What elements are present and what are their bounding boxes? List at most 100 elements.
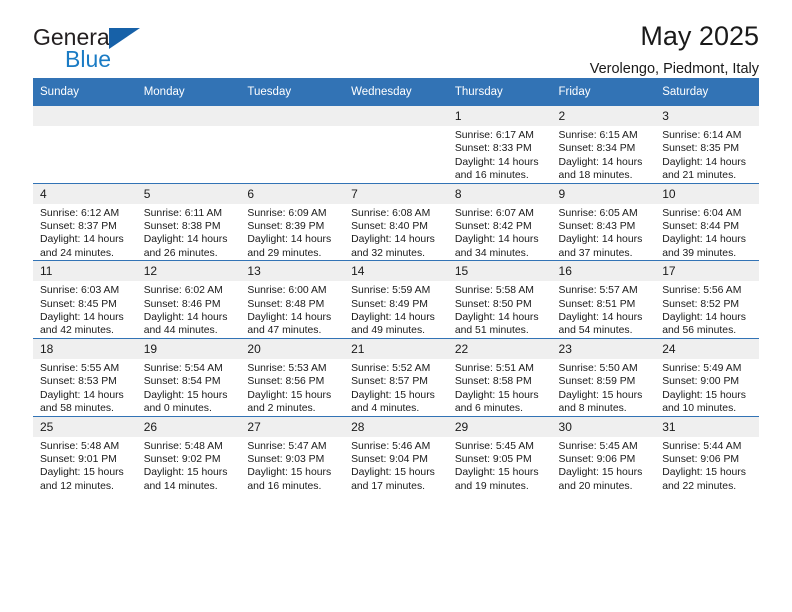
day-details [240, 126, 344, 129]
day-details: Sunrise: 5:52 AM Sunset: 8:57 PM Daylight:… [344, 359, 448, 416]
calendar-day-cell[interactable]: 15 Sunrise: 5:58 AM Sunset: 8:50 PM Dayligh… [447, 260, 552, 339]
day-details: Sunrise: 5:50 AM Sunset: 8:59 PM Daylight:… [552, 359, 656, 416]
day-detail-line: Sunrise: 5:45 AM [558, 440, 638, 452]
day-detail-line: Daylight: 15 hours [247, 467, 332, 479]
calendar-day-cell[interactable]: 24 Sunrise: 5:49 AM Sunset: 9:00 PM Dayligh… [655, 337, 759, 416]
calendar-day-cell[interactable]: 14 Sunrise: 5:59 AM Sunset: 8:49 PM Dayligh… [344, 260, 448, 339]
day-detail-line: Sunrise: 6:11 AM [143, 207, 223, 219]
weekday-header-friday: Friday [551, 78, 656, 106]
day-detail-line: and 26 minutes. [143, 247, 218, 259]
day-detail-line: and 22 minutes. [662, 480, 737, 492]
calendar-day-cell[interactable]: 1 Sunrise: 6:17 AM Sunset: 8:33 PM Daylight… [447, 106, 552, 184]
day-detail-line: and 54 minutes. [558, 325, 633, 337]
calendar-day-cell[interactable]: 28 Sunrise: 5:46 AM Sunset: 9:04 PM Dayligh… [344, 415, 448, 494]
day-detail-line: Daylight: 15 hours [40, 467, 124, 479]
calendar-day-cell[interactable]: 5 Sunrise: 6:11 AM Sunset: 8:38 PM Daylight… [136, 182, 241, 261]
day-details [33, 126, 137, 129]
calendar-day-cell[interactable]: 4 Sunrise: 6:12 AM Sunset: 8:37 PM Daylight… [33, 182, 137, 261]
calendar-day-cell[interactable]: 3 Sunrise: 6:14 AM Sunset: 8:35 PM Daylight… [655, 106, 759, 184]
calendar-day-cell[interactable]: 11 Sunrise: 6:03 AM Sunset: 8:45 PM Dayligh… [33, 260, 137, 339]
calendar-day-cell[interactable]: 31 Sunrise: 5:44 AM Sunset: 9:06 PM Dayligh… [655, 415, 759, 494]
day-detail-line: and 16 minutes. [454, 170, 529, 182]
calendar-day-cell[interactable]: 6 Sunrise: 6:09 AM Sunset: 8:39 PM Daylight… [240, 182, 345, 261]
calendar-day-cell[interactable]: 26 Sunrise: 5:48 AM Sunset: 9:02 PM Dayligh… [136, 415, 241, 494]
calendar-day-cell[interactable]: 16 Sunrise: 5:57 AM Sunset: 8:51 PM Dayligh… [551, 260, 656, 339]
day-details: Sunrise: 5:57 AM Sunset: 8:51 PM Daylight:… [552, 281, 656, 338]
calendar-day-cell[interactable]: 20 Sunrise: 5:53 AM Sunset: 8:56 PM Dayligh… [240, 337, 345, 416]
calendar-day-cell[interactable]: 9 Sunrise: 6:05 AM Sunset: 8:43 PM Daylight… [551, 182, 656, 261]
day-detail-line: Sunset: 9:06 PM [662, 453, 740, 465]
day-details: Sunrise: 5:48 AM Sunset: 9:01 PM Daylight:… [33, 437, 137, 494]
calendar-day-cell[interactable]: 30 Sunrise: 5:45 AM Sunset: 9:06 PM Dayligh… [551, 415, 656, 494]
day-detail-line: and 16 minutes. [247, 480, 322, 492]
day-details: Sunrise: 6:05 AM Sunset: 8:43 PM Daylight:… [552, 204, 656, 261]
day-detail-line: Sunrise: 5:47 AM [247, 440, 327, 452]
calendar-week-row: 4 Sunrise: 6:12 AM Sunset: 8:37 PM Daylight… [33, 182, 759, 261]
calendar-day-cell[interactable]: 17 Sunrise: 5:56 AM Sunset: 8:52 PM Dayligh… [655, 260, 759, 339]
day-detail-line: Daylight: 15 hours [662, 389, 746, 401]
day-number: 21 [344, 338, 448, 359]
day-number: 5 [136, 183, 241, 204]
weekday-header-sunday: Sunday [33, 78, 137, 106]
calendar-day-cell[interactable]: 25 Sunrise: 5:48 AM Sunset: 9:01 PM Dayligh… [33, 415, 137, 494]
calendar-day-cell[interactable]: 19 Sunrise: 5:54 AM Sunset: 8:54 PM Dayligh… [136, 337, 241, 416]
day-detail-line: Sunrise: 5:52 AM [351, 362, 431, 374]
day-detail-line: Sunrise: 6:07 AM [454, 207, 534, 219]
day-detail-line: and 14 minutes. [143, 480, 218, 492]
day-detail-line: Sunrise: 6:02 AM [143, 285, 223, 297]
day-detail-line: Sunrise: 5:57 AM [558, 285, 638, 297]
calendar-day-cell[interactable]: 21 Sunrise: 5:52 AM Sunset: 8:57 PM Dayligh… [344, 337, 448, 416]
day-details: Sunrise: 5:48 AM Sunset: 9:02 PM Daylight:… [137, 437, 241, 494]
logo-triangle-icon [109, 28, 140, 49]
day-detail-line: Daylight: 15 hours [351, 389, 435, 401]
calendar-day-cell[interactable]: 7 Sunrise: 6:08 AM Sunset: 8:40 PM Daylight… [344, 182, 448, 261]
calendar-day-cell[interactable]: 18 Sunrise: 5:55 AM Sunset: 8:53 PM Dayligh… [33, 337, 137, 416]
day-detail-line: and 21 minutes. [662, 170, 737, 182]
calendar-day-cell[interactable]: 22 Sunrise: 5:51 AM Sunset: 8:58 PM Dayligh… [447, 337, 552, 416]
day-details: Sunrise: 6:14 AM Sunset: 8:35 PM Daylight:… [655, 126, 759, 183]
day-detail-line: Sunrise: 5:54 AM [143, 362, 223, 374]
calendar-day-cell[interactable]: 10 Sunrise: 6:04 AM Sunset: 8:44 PM Dayligh… [655, 182, 759, 261]
day-detail-line: and 34 minutes. [454, 247, 529, 259]
calendar-body: 1 Sunrise: 6:17 AM Sunset: 8:33 PM Daylight… [33, 106, 759, 494]
day-detail-line: Daylight: 15 hours [351, 467, 435, 479]
calendar-week-row: 11 Sunrise: 6:03 AM Sunset: 8:45 PM Dayligh… [33, 260, 759, 339]
day-detail-line: Sunrise: 6:04 AM [662, 207, 742, 219]
calendar-day-cell-empty [136, 106, 241, 184]
day-detail-line: Sunrise: 5:50 AM [558, 362, 638, 374]
day-detail-line: and 18 minutes. [558, 170, 633, 182]
day-detail-line: Daylight: 14 hours [558, 312, 643, 324]
day-detail-line: Sunset: 9:00 PM [662, 376, 740, 388]
day-details: Sunrise: 6:11 AM Sunset: 8:38 PM Daylight:… [137, 204, 241, 261]
calendar-day-cell-empty [240, 106, 345, 184]
day-detail-line: and 10 minutes. [662, 403, 737, 415]
calendar-day-cell[interactable]: 13 Sunrise: 6:00 AM Sunset: 8:48 PM Dayligh… [240, 260, 345, 339]
logo-text-blue: Blue [65, 46, 112, 72]
day-detail-line: Sunrise: 5:45 AM [454, 440, 534, 452]
calendar-day-cell[interactable]: 2 Sunrise: 6:15 AM Sunset: 8:34 PM Daylight… [551, 106, 656, 184]
calendar-day-cell[interactable]: 29 Sunrise: 5:45 AM Sunset: 9:05 PM Dayligh… [447, 415, 552, 494]
day-detail-line: Sunrise: 6:08 AM [351, 207, 431, 219]
calendar-day-cell[interactable]: 12 Sunrise: 6:02 AM Sunset: 8:46 PM Dayligh… [136, 260, 241, 339]
day-number [240, 106, 345, 126]
day-detail-line: Sunset: 8:44 PM [662, 221, 740, 233]
calendar-day-cell[interactable]: 27 Sunrise: 5:47 AM Sunset: 9:03 PM Dayligh… [240, 415, 345, 494]
day-details: Sunrise: 6:07 AM Sunset: 8:42 PM Daylight:… [448, 204, 552, 261]
day-detail-line: Daylight: 14 hours [662, 234, 746, 246]
day-number: 23 [551, 338, 656, 359]
day-detail-line: Daylight: 15 hours [662, 467, 746, 479]
day-number: 9 [551, 183, 656, 204]
day-detail-line: and 47 minutes. [247, 325, 322, 337]
day-number: 28 [344, 416, 448, 437]
day-number: 8 [447, 183, 552, 204]
day-details: Sunrise: 5:58 AM Sunset: 8:50 PM Daylight:… [448, 281, 552, 338]
day-details: Sunrise: 5:53 AM Sunset: 8:56 PM Daylight:… [240, 359, 344, 416]
general-blue-logo[interactable]: General Blue [33, 24, 213, 76]
day-detail-line: Sunrise: 6:12 AM [40, 207, 120, 219]
calendar-day-cell[interactable]: 23 Sunrise: 5:50 AM Sunset: 8:59 PM Dayligh… [551, 337, 656, 416]
location-subtitle: Verolengo, Piedmont, Italy [589, 61, 759, 77]
day-detail-line: Sunrise: 6:09 AM [247, 207, 327, 219]
calendar-day-cell[interactable]: 8 Sunrise: 6:07 AM Sunset: 8:42 PM Daylight… [447, 182, 552, 261]
day-number: 2 [551, 106, 656, 126]
day-detail-line: Daylight: 15 hours [143, 467, 228, 479]
